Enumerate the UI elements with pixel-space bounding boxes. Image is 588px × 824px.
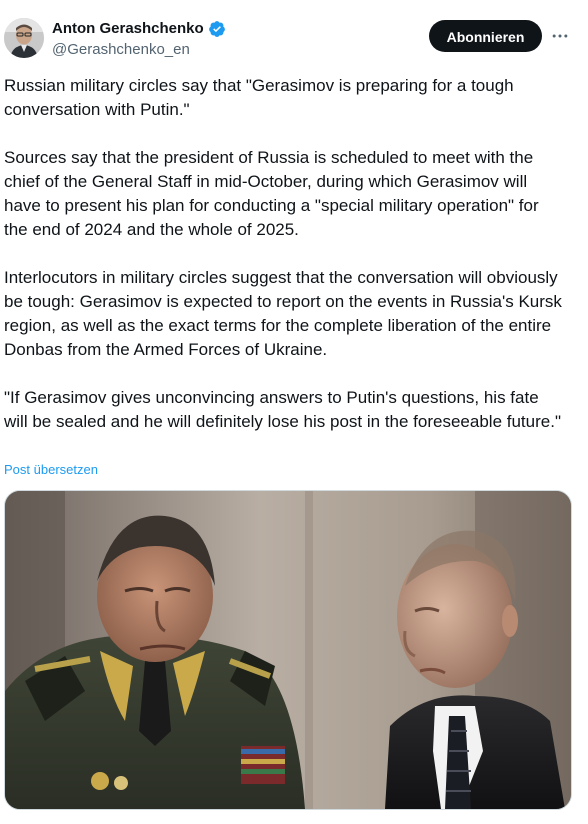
tweet-paragraph: "If Gerasimov gives unconvincing answers…: [4, 388, 561, 431]
author-name-row: Anton Gerashchenko: [52, 20, 226, 38]
avatar[interactable]: [4, 18, 44, 58]
tweet-paragraph: Sources say that the president of Russia…: [4, 148, 539, 239]
follow-button[interactable]: Abonnieren: [429, 20, 542, 52]
more-options-icon[interactable]: [548, 24, 572, 48]
author-display-name[interactable]: Anton Gerashchenko: [52, 20, 204, 38]
tweet-header: Anton Gerashchenko @Gerashchenko_en Abon…: [0, 0, 588, 72]
author-handle[interactable]: @Gerashchenko_en: [52, 41, 190, 59]
tweet-body: Russian military circles say that "Geras…: [4, 74, 566, 434]
avatar-image: [4, 18, 44, 58]
translate-post-link[interactable]: Post übersetzen: [4, 462, 98, 478]
verified-badge-icon: [208, 20, 226, 38]
tweet-paragraph: Interlocutors in military circles sugges…: [4, 268, 562, 359]
tweet-media-photo[interactable]: [4, 490, 572, 810]
tweet-paragraph: Russian military circles say that "Geras…: [4, 76, 514, 119]
photo-image: [5, 491, 571, 809]
